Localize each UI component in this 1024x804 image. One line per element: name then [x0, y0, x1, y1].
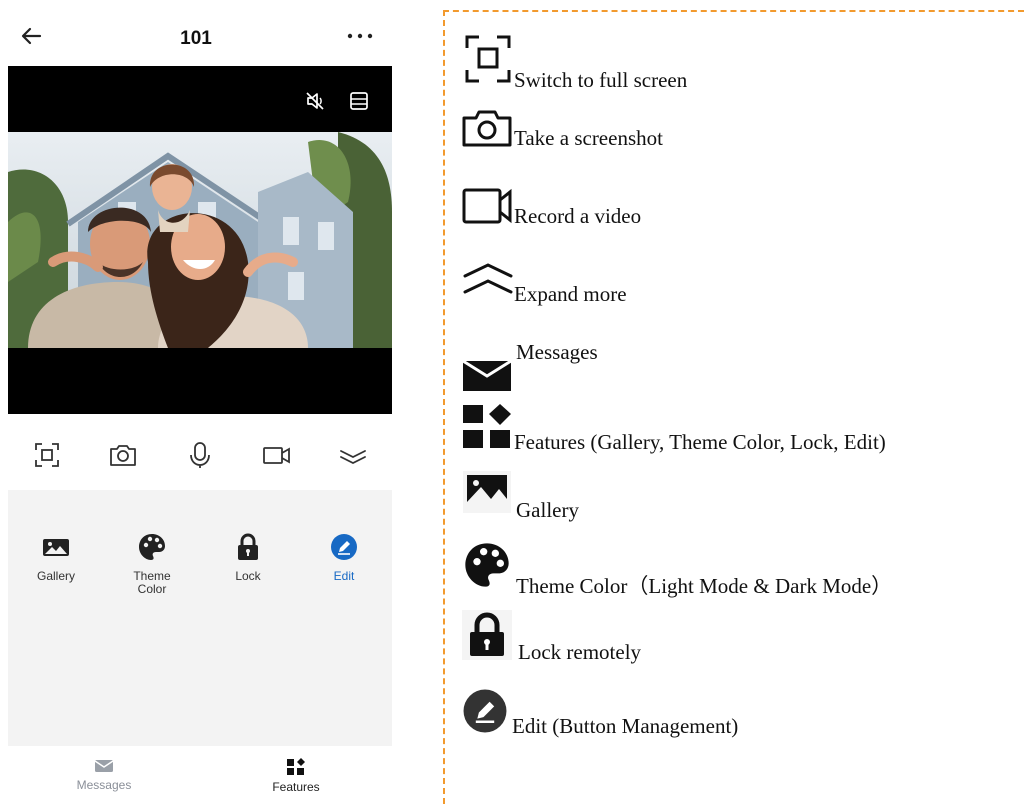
- legend-text: Record a video: [514, 204, 642, 228]
- palette-icon: [137, 532, 167, 562]
- features-panel: Gallery Theme Color Lock Edit: [8, 490, 392, 746]
- envelope-icon: [94, 760, 114, 772]
- fullscreen-icon: [465, 35, 511, 83]
- feature-edit[interactable]: Edit: [304, 532, 384, 583]
- feature-label: Theme Color: [133, 569, 171, 596]
- features-grid-icon: [463, 404, 511, 448]
- family-photo: [8, 132, 392, 348]
- feature-label: Lock: [235, 569, 261, 583]
- legend-text: Theme Color（Light Mode & Dark Mode）: [516, 574, 893, 598]
- camera-icon: [462, 110, 512, 147]
- microphone-icon[interactable]: [185, 440, 215, 470]
- gallery-icon: [41, 532, 71, 562]
- lock-icon: [462, 610, 512, 660]
- phone-screen: 101 Gallery Theme Color Lock Edit Messag…: [0, 0, 392, 804]
- layout-icon[interactable]: [348, 90, 370, 112]
- nav-label: Features: [272, 780, 320, 794]
- video-feed[interactable]: [8, 66, 392, 414]
- feature-theme-color[interactable]: Theme Color: [112, 532, 192, 596]
- divider-vertical: [443, 10, 445, 804]
- fullscreen-icon[interactable]: [32, 440, 62, 470]
- legend-text: Take a screenshot: [514, 126, 663, 150]
- page-title: 101: [180, 28, 212, 49]
- speaker-muted-icon[interactable]: [304, 90, 326, 112]
- expand-more-icon[interactable]: [338, 440, 368, 470]
- feature-gallery[interactable]: Gallery: [16, 532, 96, 583]
- expand-more-icon: [463, 263, 513, 294]
- legend-text: Features (Gallery, Theme Color, Lock, Ed…: [514, 430, 886, 454]
- edit-icon: [463, 689, 507, 733]
- nav-features[interactable]: Features: [236, 758, 356, 794]
- features-grid-icon: [287, 758, 305, 775]
- video-record-icon[interactable]: [262, 440, 292, 470]
- call-controls: [0, 430, 392, 478]
- legend-text: Switch to full screen: [514, 68, 688, 92]
- legend-text: Expand more: [514, 282, 627, 306]
- legend-text: Lock remotely: [518, 640, 642, 664]
- legend-text: Edit (Button Management): [512, 714, 739, 738]
- nav-messages[interactable]: Messages: [44, 758, 164, 792]
- legend-text: Messages: [516, 340, 598, 364]
- bottom-nav: Messages Features: [8, 746, 392, 804]
- palette-icon: [465, 543, 509, 587]
- nav-label: Messages: [76, 778, 132, 792]
- feature-label: Gallery: [36, 569, 75, 583]
- envelope-icon: [462, 359, 512, 391]
- lock-icon: [233, 532, 263, 562]
- feature-label: Edit: [333, 569, 355, 583]
- edit-icon: [329, 532, 359, 562]
- more-horizontal-icon[interactable]: [344, 26, 376, 46]
- feature-lock[interactable]: Lock: [208, 532, 288, 583]
- video-record-icon: [462, 188, 512, 224]
- gallery-icon: [463, 471, 511, 513]
- legend-text: Gallery: [516, 498, 579, 522]
- top-bar: 101: [0, 0, 392, 66]
- camera-icon[interactable]: [108, 440, 138, 470]
- icon-legend: Switch to full screen Take a screenshot …: [460, 0, 1024, 804]
